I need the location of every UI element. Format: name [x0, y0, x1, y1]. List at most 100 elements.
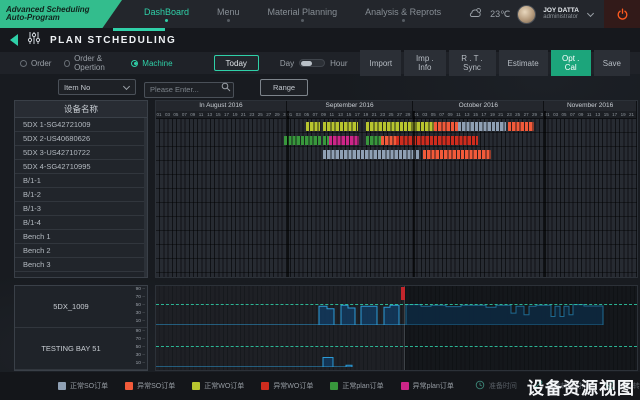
r-t-sync-button[interactable]: R . T . Sync [449, 50, 496, 76]
machine-row[interactable]: B/1-3 [15, 202, 147, 216]
machine-row[interactable]: 5DX 3-US42710722 [15, 146, 147, 160]
gantt-grid [156, 119, 637, 277]
nav-label: DashBoard [144, 7, 189, 17]
search-box [144, 79, 234, 95]
today-button[interactable]: Today [214, 55, 259, 71]
scale-tick: 50 [136, 304, 145, 309]
legend-swatch [125, 382, 133, 390]
day-tick: 21 [498, 111, 506, 118]
day-tick: 19 [489, 111, 497, 118]
load-chart-panel [155, 285, 638, 371]
machine-row[interactable]: Bench 1 [15, 230, 147, 244]
gantt-segment-so_normal[interactable] [323, 150, 419, 159]
day-tick: 27 [396, 111, 404, 118]
legend-swatch [192, 382, 200, 390]
day-strip: 01030507091113151719212325272931 [156, 111, 287, 118]
day-strip: 01030507091113151719212325272931 [413, 111, 544, 118]
mode-radio-machine[interactable]: Machine [131, 54, 172, 72]
clock-icon [475, 380, 485, 392]
month-separator [413, 111, 415, 277]
day-tick: 15 [215, 111, 223, 118]
user-avatar[interactable] [517, 5, 536, 24]
machine-row[interactable]: B/1-4 [15, 216, 147, 230]
gantt-segment-plan_normal[interactable] [366, 136, 381, 145]
item-no-select[interactable]: Item No [58, 79, 136, 95]
back-button[interactable] [10, 34, 18, 46]
machine-row[interactable]: 5DX 4-SG42710995 [15, 160, 147, 174]
day-tick: 15 [472, 111, 480, 118]
day-tick: 05 [430, 111, 438, 118]
machine-row[interactable]: 5DX 1-SG42721009 [15, 118, 147, 132]
select-chevron-icon [123, 82, 130, 89]
gantt-segment-plan_abnormal[interactable] [329, 136, 359, 145]
day-header-row: 0103050709111315171921232527293101030507… [156, 111, 637, 119]
gantt-segment-so_abnormal[interactable] [434, 122, 458, 131]
range-button[interactable]: Range [260, 79, 308, 96]
day-tick: 03 [164, 111, 172, 118]
nav-indicator-dot [301, 19, 304, 22]
save-button[interactable]: Save [594, 50, 630, 76]
action-button-group: ImportImp . InfoR . T . SyncEstimateOpt … [360, 50, 630, 76]
day-tick: 05 [304, 111, 312, 118]
machine-row[interactable]: B/1-1 [15, 174, 147, 188]
gantt-segment-so_normal[interactable] [458, 122, 506, 131]
import-button[interactable]: Import [360, 50, 401, 76]
load-scale: 9070503010 [129, 288, 145, 325]
day-tick: 05 [561, 111, 569, 118]
nav-label: Menu [217, 7, 240, 17]
power-button[interactable] [604, 0, 640, 28]
day-tick: 07 [439, 111, 447, 118]
nav-item-menu[interactable]: Menu [203, 0, 254, 28]
mode-radio-order[interactable]: Order [20, 54, 51, 72]
day-tick: 03 [422, 111, 430, 118]
machine-list-scrollbar[interactable] [144, 118, 147, 277]
machine-row[interactable]: Bench 2 [15, 244, 147, 258]
load-label-row: TESTING BAY 519070503010 [15, 328, 147, 370]
gantt-segment-wo_abnormal[interactable] [396, 136, 478, 145]
machine-row[interactable]: 5DX 2-US40680626 [15, 132, 147, 146]
month-header-october-2016: October 2016 [413, 101, 544, 111]
search-icon [221, 82, 231, 92]
mode-radio-order-opertion[interactable]: Order & Opertion [64, 54, 118, 72]
estimate-button[interactable]: Estimate [499, 50, 548, 76]
gantt-segment-so_abnormal[interactable] [508, 122, 534, 131]
sliders-icon [27, 31, 41, 50]
radio-icon [64, 60, 70, 67]
day-hour-switch[interactable] [299, 59, 325, 67]
now-marker [401, 287, 405, 300]
gantt-segment-so_abnormal[interactable] [381, 136, 396, 145]
app-logo-text: Advanced Scheduling Auto-Program [6, 6, 108, 23]
order-type-legend: 正常SO订单异常SO订单正常WO订单异常WO订单正常plan订单异常plan订单 [58, 381, 454, 391]
day-tick: 13 [207, 111, 215, 118]
gantt-segment-wo_normal[interactable] [366, 122, 434, 131]
gantt-segment-wo_normal[interactable] [323, 122, 358, 131]
gantt-segment-so_abnormal[interactable] [423, 150, 491, 159]
day-tick: 29 [532, 111, 540, 118]
legend-swatch [261, 382, 269, 390]
gantt-segment-plan_normal[interactable] [284, 136, 321, 145]
day-tick: 13 [337, 111, 345, 118]
legend-label: 正常WO订单 [204, 381, 244, 391]
day-tick: 21 [629, 111, 637, 118]
nav-item-analysis-reprots[interactable]: Analysis & Reprots [351, 0, 455, 28]
legend-item-so: 正常SO订单 [58, 381, 108, 391]
month-separator [544, 111, 546, 277]
chevron-down-icon[interactable] [587, 9, 594, 16]
day-tick: 23 [380, 111, 388, 118]
day-strip: 010305070911131517192123252729 [287, 111, 414, 118]
scale-tick: 50 [136, 346, 145, 351]
gantt-segment-wo_normal[interactable] [306, 122, 320, 131]
opt-cal-button[interactable]: Opt . Cal [551, 50, 591, 76]
nav-item-dashboard[interactable]: DashBoard [130, 0, 203, 28]
day-tick: 09 [190, 111, 198, 118]
imp-info-button[interactable]: Imp . Info [404, 50, 445, 76]
legend-item-plan: 异常plan订单 [401, 381, 454, 391]
month-header-september-2016: September 2016 [287, 101, 414, 111]
nav-item-material-planning[interactable]: Material Planning [254, 0, 352, 28]
machine-row[interactable]: B/1-2 [15, 188, 147, 202]
machine-row[interactable]: Bench 3 [15, 258, 147, 272]
nav-label: Analysis & Reprots [365, 7, 441, 17]
scale-tick: 90 [136, 330, 145, 335]
topbar: Advanced Scheduling Auto-Program DashBoa… [0, 0, 640, 28]
day-tick: 25 [388, 111, 396, 118]
